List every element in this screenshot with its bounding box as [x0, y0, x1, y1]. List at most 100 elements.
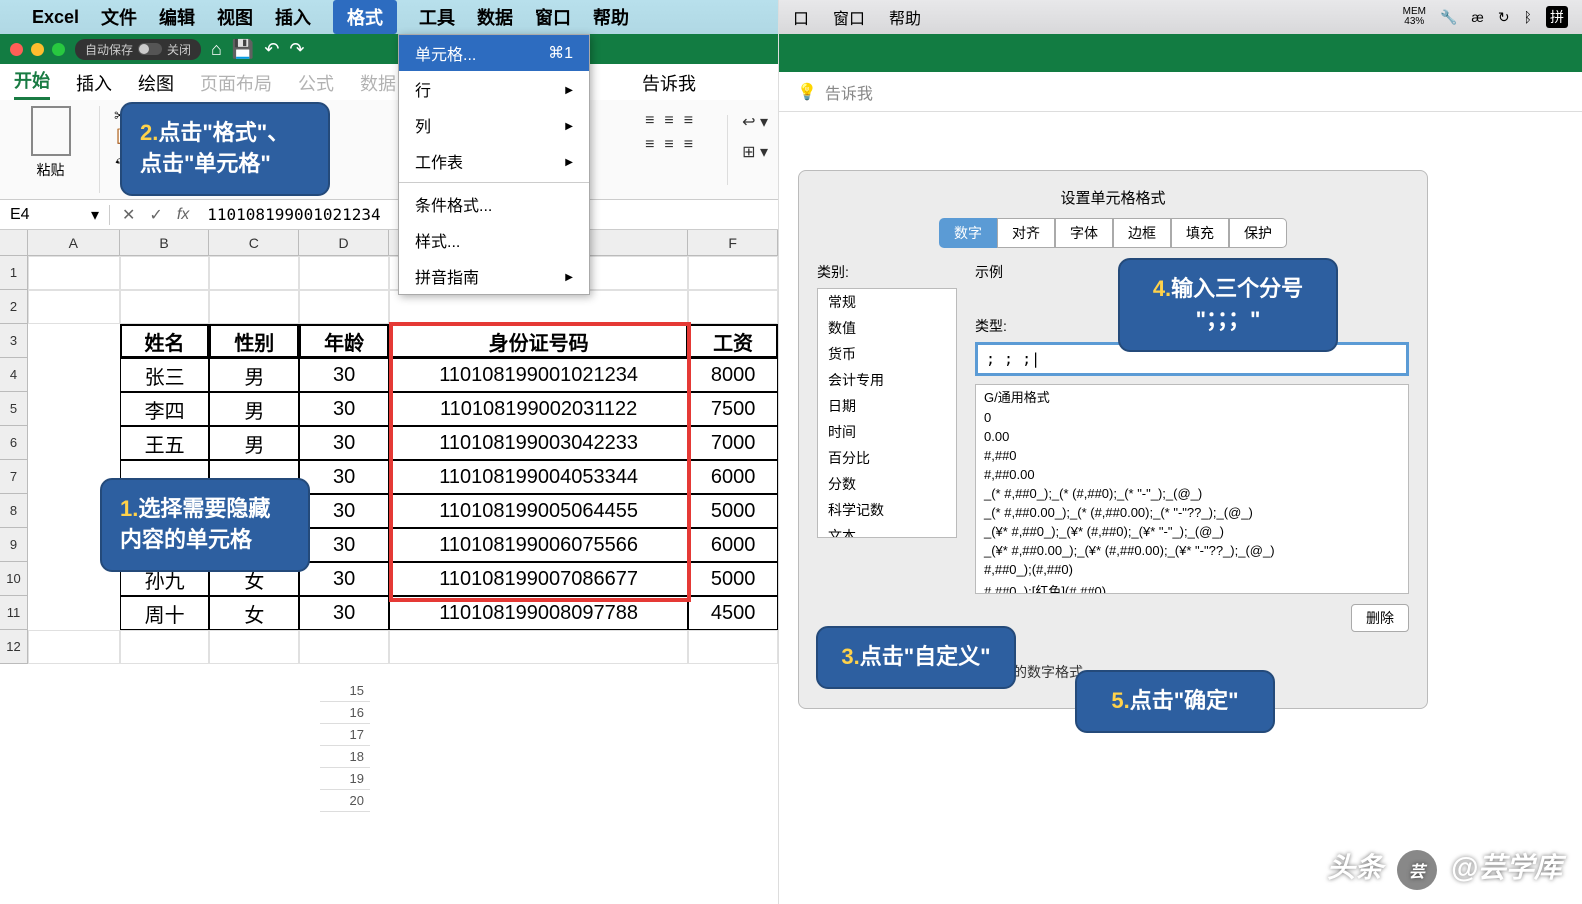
- cell[interactable]: [209, 256, 299, 290]
- category-item[interactable]: 科学记数: [818, 497, 956, 523]
- minimize-icon[interactable]: [31, 43, 44, 56]
- menu-help-r[interactable]: 帮助: [889, 5, 921, 29]
- category-item[interactable]: 文本: [818, 523, 956, 538]
- menu-edit[interactable]: 编辑: [159, 4, 195, 30]
- cell[interactable]: 110108199001021234: [389, 358, 688, 392]
- format-item[interactable]: #,##0: [976, 446, 1408, 465]
- menu-window[interactable]: 窗口: [535, 4, 571, 30]
- menu-item[interactable]: 行: [399, 71, 589, 107]
- dialog-tab[interactable]: 对齐: [997, 218, 1055, 248]
- cell[interactable]: [28, 392, 120, 426]
- menu-insert[interactable]: 插入: [275, 4, 311, 30]
- cell[interactable]: [28, 426, 120, 460]
- format-item[interactable]: _(¥* #,##0.00_);_(¥* (#,##0.00);_(¥* "-"…: [976, 541, 1408, 560]
- dialog-tab[interactable]: 数字: [939, 218, 997, 248]
- align-right-icon[interactable]: ≡: [684, 136, 693, 154]
- cell[interactable]: 男: [209, 358, 299, 392]
- col-header[interactable]: C: [209, 230, 299, 255]
- autosave-toggle[interactable]: 自动保存 关闭: [75, 39, 201, 60]
- cell[interactable]: 女: [209, 596, 299, 630]
- menu-item[interactable]: 列: [399, 107, 589, 143]
- format-item[interactable]: 0.00: [976, 427, 1408, 446]
- cell[interactable]: 张三: [120, 358, 210, 392]
- format-item[interactable]: G/通用格式: [976, 385, 1408, 408]
- menu-tools[interactable]: 工具: [419, 4, 455, 30]
- menu-item[interactable]: 拼音指南: [399, 258, 589, 294]
- cell[interactable]: 110108199003042233: [389, 426, 688, 460]
- home-icon[interactable]: ⌂: [211, 39, 222, 60]
- col-header[interactable]: D: [299, 230, 389, 255]
- category-item[interactable]: 会计专用: [818, 367, 956, 393]
- cell[interactable]: 身份证号码: [389, 324, 688, 358]
- confirm-icon[interactable]: ✓: [149, 205, 162, 225]
- row-header[interactable]: 10: [0, 562, 28, 596]
- dialog-tab[interactable]: 保护: [1229, 218, 1287, 248]
- cell[interactable]: [688, 290, 778, 324]
- category-item[interactable]: 百分比: [818, 445, 956, 471]
- fx-icon[interactable]: fx: [177, 206, 189, 224]
- dialog-tab[interactable]: 填充: [1171, 218, 1229, 248]
- row-header[interactable]: 4: [0, 358, 28, 392]
- align-bottom-icon[interactable]: ≡: [684, 112, 693, 130]
- format-item[interactable]: #,##0_);[红色](#,##0): [976, 579, 1408, 594]
- row-header[interactable]: 11: [0, 596, 28, 630]
- col-header[interactable]: B: [120, 230, 210, 255]
- bluetooth-icon[interactable]: ᛒ: [1524, 9, 1532, 25]
- cell[interactable]: 110108199006075566: [389, 528, 688, 562]
- cell[interactable]: [299, 256, 389, 290]
- format-item[interactable]: #,##0_);(#,##0): [976, 560, 1408, 579]
- cell[interactable]: [28, 324, 120, 358]
- cell[interactable]: [389, 290, 688, 324]
- paste-icon[interactable]: [31, 106, 71, 156]
- cell[interactable]: 30: [299, 392, 389, 426]
- cell[interactable]: [688, 256, 778, 290]
- format-item[interactable]: _(* #,##0.00_);_(* (#,##0.00);_(* "-"??_…: [976, 503, 1408, 522]
- format-item[interactable]: _(¥* #,##0_);_(¥* (#,##0);_(¥* "-"_);_(@…: [976, 522, 1408, 541]
- menu-window-r[interactable]: 窗口: [833, 5, 865, 29]
- category-item[interactable]: 时间: [818, 419, 956, 445]
- cell[interactable]: 工资: [688, 324, 778, 358]
- spreadsheet-grid[interactable]: A B C D E F 123姓名性别年龄身份证号码工资4张三男30110108…: [0, 230, 778, 664]
- cell[interactable]: [209, 630, 299, 664]
- cell[interactable]: 男: [209, 392, 299, 426]
- cell[interactable]: 男: [209, 426, 299, 460]
- cell[interactable]: 30: [299, 494, 389, 528]
- col-header[interactable]: A: [28, 230, 120, 255]
- name-box[interactable]: E4▾: [0, 205, 110, 225]
- cell[interactable]: [28, 256, 120, 290]
- dialog-tab[interactable]: 边框: [1113, 218, 1171, 248]
- cell[interactable]: 30: [299, 596, 389, 630]
- cell[interactable]: 110108199007086677: [389, 562, 688, 596]
- menu-item[interactable]: 样式...: [399, 222, 589, 258]
- cell[interactable]: 周十: [120, 596, 210, 630]
- cell[interactable]: [299, 630, 389, 664]
- menu-item[interactable]: 条件格式...: [399, 186, 589, 222]
- maximize-icon[interactable]: [52, 43, 65, 56]
- align-middle-icon[interactable]: ≡: [664, 112, 673, 130]
- cell[interactable]: 年龄: [299, 324, 389, 358]
- col-header[interactable]: F: [688, 230, 778, 255]
- cell[interactable]: 5000: [688, 494, 778, 528]
- category-item[interactable]: 货币: [818, 341, 956, 367]
- menu-format[interactable]: 格式: [333, 0, 397, 34]
- format-item[interactable]: 0: [976, 408, 1408, 427]
- menu-view[interactable]: 视图: [217, 4, 253, 30]
- cell[interactable]: 110108199004053344: [389, 460, 688, 494]
- merge-icon[interactable]: ⊞ ▾: [742, 142, 768, 162]
- cell[interactable]: [28, 290, 120, 324]
- cell[interactable]: 30: [299, 358, 389, 392]
- cell[interactable]: [28, 358, 120, 392]
- tab-data[interactable]: 数据: [360, 70, 396, 100]
- row-header[interactable]: 3: [0, 324, 28, 358]
- tool-icon[interactable]: 🔧: [1440, 9, 1457, 26]
- align-center-icon[interactable]: ≡: [664, 136, 673, 154]
- redo-icon[interactable]: ↷: [289, 39, 304, 60]
- cell[interactable]: [28, 596, 120, 630]
- cell[interactable]: 30: [299, 528, 389, 562]
- cell[interactable]: [28, 630, 120, 664]
- row-header[interactable]: 8: [0, 494, 28, 528]
- dialog-tab[interactable]: 字体: [1055, 218, 1113, 248]
- cell[interactable]: 姓名: [120, 324, 210, 358]
- save-icon[interactable]: 💾: [232, 39, 254, 60]
- row-header[interactable]: 9: [0, 528, 28, 562]
